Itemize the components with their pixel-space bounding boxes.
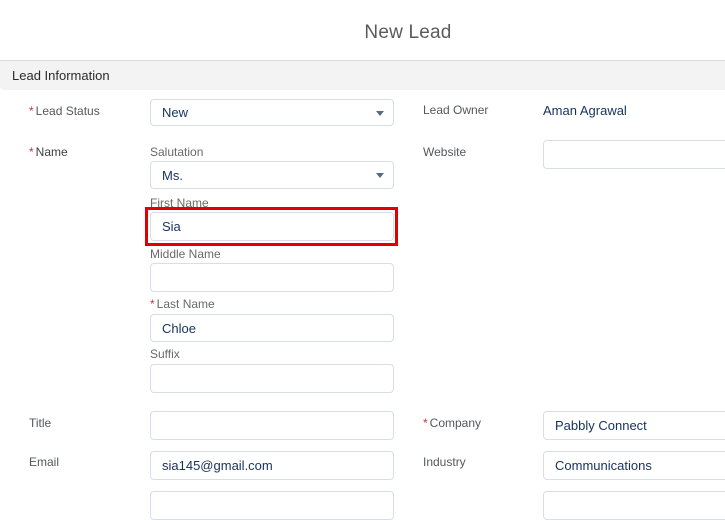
required-indicator: *: [423, 416, 428, 430]
last-name-label: * Last Name: [150, 297, 215, 311]
chevron-down-icon: [376, 110, 384, 116]
title-label: Title: [29, 416, 52, 430]
suffix-label: Suffix: [150, 347, 180, 361]
middle-name-input[interactable]: [150, 263, 394, 292]
required-indicator: *: [29, 145, 34, 159]
company-label: * Company: [423, 416, 482, 430]
lead-owner-label: Lead Owner: [423, 103, 489, 117]
chevron-down-icon: [376, 173, 384, 178]
website-input[interactable]: [543, 140, 725, 169]
lead-owner-value: Aman Agrawal: [543, 103, 627, 118]
industry-select[interactable]: Communications: [543, 451, 725, 480]
section-header-lead-information[interactable]: Lead Information: [0, 60, 725, 90]
required-indicator: *: [29, 104, 34, 118]
lead-status-select[interactable]: New: [150, 99, 394, 126]
employees-input[interactable]: [543, 491, 725, 520]
lead-status-label: * Lead Status: [29, 104, 100, 118]
suffix-input[interactable]: [150, 364, 394, 393]
page-title: New Lead: [364, 22, 452, 43]
salutation-label: Salutation: [150, 145, 204, 159]
phone-input[interactable]: [150, 491, 394, 520]
salutation-select[interactable]: Ms.: [150, 161, 394, 189]
required-indicator: *: [150, 297, 155, 311]
industry-label: Industry: [423, 455, 466, 469]
middle-name-label: Middle Name: [150, 247, 221, 261]
section-title: Lead Information: [12, 68, 110, 83]
first-name-input[interactable]: Sia: [150, 212, 394, 241]
last-name-input[interactable]: Chloe: [150, 314, 394, 342]
email-label: Email: [29, 455, 60, 469]
name-label: * Name: [29, 145, 68, 159]
company-input[interactable]: Pabbly Connect: [543, 411, 725, 440]
email-input[interactable]: sia145@gmail.com: [150, 451, 394, 480]
website-label: Website: [423, 145, 467, 159]
title-input[interactable]: [150, 411, 394, 440]
